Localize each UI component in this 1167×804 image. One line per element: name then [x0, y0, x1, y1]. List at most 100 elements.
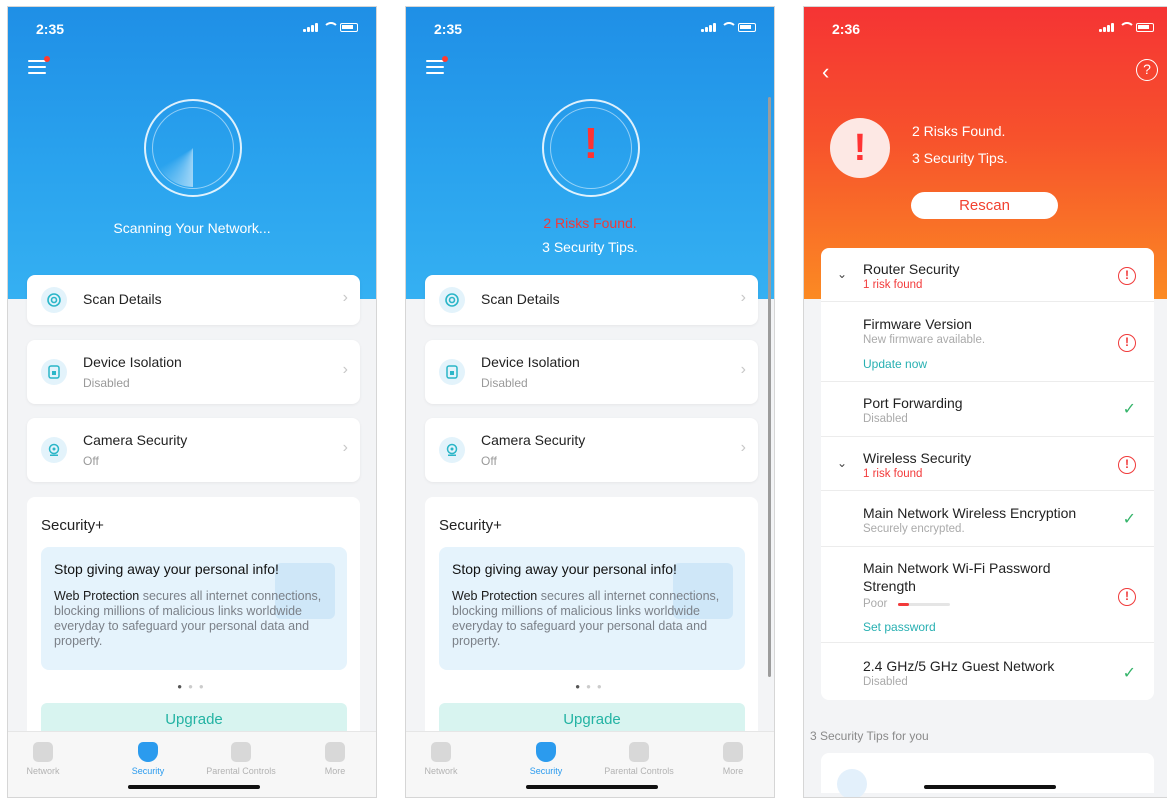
camera-icon	[439, 437, 465, 463]
family-icon	[231, 742, 251, 762]
back-chevron-icon[interactable]: ‹	[822, 59, 829, 85]
tip-icon	[837, 769, 867, 797]
status-time: 2:35	[36, 21, 65, 37]
family-icon	[629, 742, 649, 762]
camera-security-card[interactable]: Camera Security Off ›	[27, 418, 360, 482]
promo-banner[interactable]: Stop giving away your personal info! Web…	[439, 547, 745, 670]
tab-more[interactable]: More	[688, 742, 774, 776]
notification-dot	[442, 56, 448, 62]
item-firmware-version[interactable]: Firmware Version New firmware available.…	[821, 302, 1154, 382]
promo-title: Stop giving away your personal info!	[452, 561, 677, 577]
wifi-icon	[1118, 22, 1135, 32]
scan-details-card[interactable]: Scan Details ›	[425, 275, 758, 325]
grid-icon	[723, 742, 743, 762]
shield-icon	[536, 742, 556, 762]
tab-security[interactable]: Security	[501, 742, 591, 776]
update-now-link[interactable]: Update now	[863, 357, 927, 371]
status-icons	[701, 22, 756, 32]
warning-exclamation-icon: !	[583, 119, 599, 168]
wifi-icon	[720, 22, 737, 32]
hero-status-text: Scanning Your Network...	[113, 220, 271, 236]
chevron-right-icon: ›	[740, 289, 746, 306]
row-subtitle: 1 risk found	[863, 468, 923, 480]
card-subtitle: Off	[83, 454, 99, 468]
signal-icon	[1099, 22, 1114, 32]
card-subtitle: Disabled	[83, 376, 130, 390]
check-icon: ✓	[1122, 401, 1136, 418]
menu-icon[interactable]	[426, 56, 448, 74]
security-tips-text: 3 Security Tips.	[912, 150, 1008, 166]
rescan-button[interactable]: Rescan	[911, 192, 1058, 219]
chevron-right-icon: ›	[740, 361, 746, 378]
battery-icon	[738, 22, 756, 32]
promo-body: Web Protection secures all internet conn…	[452, 589, 737, 649]
row-subtitle: New firmware available.	[863, 334, 986, 346]
scan-results-list: ⌄ Router Security 1 risk found ! Firmwar…	[821, 248, 1154, 700]
tab-more[interactable]: More	[290, 742, 376, 776]
row-subtitle: Disabled	[863, 413, 908, 425]
risks-found-text: 2 Risks Found.	[912, 123, 1006, 139]
set-password-link[interactable]: Set password	[863, 620, 936, 634]
item-guest-network[interactable]: 2.4 GHz/5 GHz Guest Network Disabled ✓	[821, 643, 1154, 700]
tab-network[interactable]: Network	[406, 742, 486, 776]
row-subtitle: 1 risk found	[863, 279, 923, 291]
planet-icon	[33, 742, 53, 762]
phone-screen-risk-details: 2:36 ‹ ? ! 2 Risks Found. 3 Security Tip…	[803, 6, 1167, 798]
item-password-strength[interactable]: Main Network Wi-Fi Password Strength Poo…	[821, 547, 1154, 643]
menu-icon[interactable]	[28, 56, 50, 74]
security-tips-text: 3 Security Tips.	[542, 239, 638, 255]
page-indicator: ●●●	[177, 682, 210, 691]
home-indicator	[924, 785, 1056, 789]
tips-header: 3 Security Tips for you	[810, 729, 929, 743]
check-icon: ✓	[1122, 665, 1136, 682]
camera-icon	[41, 437, 67, 463]
item-wireless-encryption[interactable]: Main Network Wireless Encryption Securel…	[821, 491, 1154, 547]
risk-icon: !	[1118, 334, 1136, 352]
phone-screen-results: 2:35 ! 2 Risks Found. 3 Security Tips. S…	[405, 6, 775, 798]
group-wireless-security[interactable]: ⌄ Wireless Security 1 risk found !	[821, 437, 1154, 491]
group-router-security[interactable]: ⌄ Router Security 1 risk found !	[821, 248, 1154, 302]
chevron-right-icon: ›	[342, 289, 348, 306]
card-subtitle: Disabled	[481, 376, 528, 390]
card-title: Camera Security	[481, 432, 586, 448]
card-title: Device Isolation	[481, 354, 580, 370]
card-title: Scan Details	[481, 291, 560, 307]
notification-dot	[44, 56, 50, 62]
row-title: Router Security	[863, 261, 960, 277]
risk-icon: !	[1118, 267, 1136, 285]
help-icon[interactable]: ?	[1136, 59, 1158, 81]
chevron-down-icon: ⌄	[837, 267, 848, 281]
row-title: Main Network Wi-Fi Password Strength	[863, 560, 1051, 594]
warning-exclamation-icon: !	[830, 118, 890, 178]
risks-found-text: 2 Risks Found.	[543, 215, 637, 231]
promo-banner[interactable]: Stop giving away your personal info! Web…	[41, 547, 347, 670]
camera-security-card[interactable]: Camera Security Off ›	[425, 418, 758, 482]
status-icons	[1099, 22, 1154, 32]
wifi-icon	[322, 22, 339, 32]
status-time: 2:35	[434, 21, 463, 37]
signal-icon	[303, 22, 318, 32]
scan-details-card[interactable]: Scan Details ›	[27, 275, 360, 325]
section-heading: Security+	[439, 517, 502, 534]
risk-icon: !	[1118, 456, 1136, 474]
row-title: Firmware Version	[863, 316, 972, 332]
security-plus-card: Security+ Stop giving away your personal…	[27, 497, 360, 757]
risk-icon: !	[1118, 588, 1136, 606]
tab-security[interactable]: Security	[103, 742, 193, 776]
promo-title: Stop giving away your personal info!	[54, 561, 279, 577]
row-subtitle: Poor	[863, 598, 888, 610]
scan-icon	[439, 287, 465, 313]
page-indicator: ●●●	[575, 682, 608, 691]
tab-parental-controls[interactable]: Parental Controls	[196, 742, 286, 776]
tab-parental-controls[interactable]: Parental Controls	[594, 742, 684, 776]
device-isolation-card[interactable]: Device Isolation Disabled ›	[425, 340, 758, 404]
item-port-forwarding[interactable]: Port Forwarding Disabled ✓	[821, 382, 1154, 437]
chevron-right-icon: ›	[342, 439, 348, 456]
scrollbar[interactable]	[768, 97, 771, 677]
device-isolation-card[interactable]: Device Isolation Disabled ›	[27, 340, 360, 404]
row-subtitle: Securely encrypted.	[863, 523, 965, 535]
tab-network[interactable]: Network	[8, 742, 88, 776]
home-indicator	[526, 785, 658, 789]
status-icons	[303, 22, 358, 32]
row-subtitle: Disabled	[863, 676, 908, 688]
